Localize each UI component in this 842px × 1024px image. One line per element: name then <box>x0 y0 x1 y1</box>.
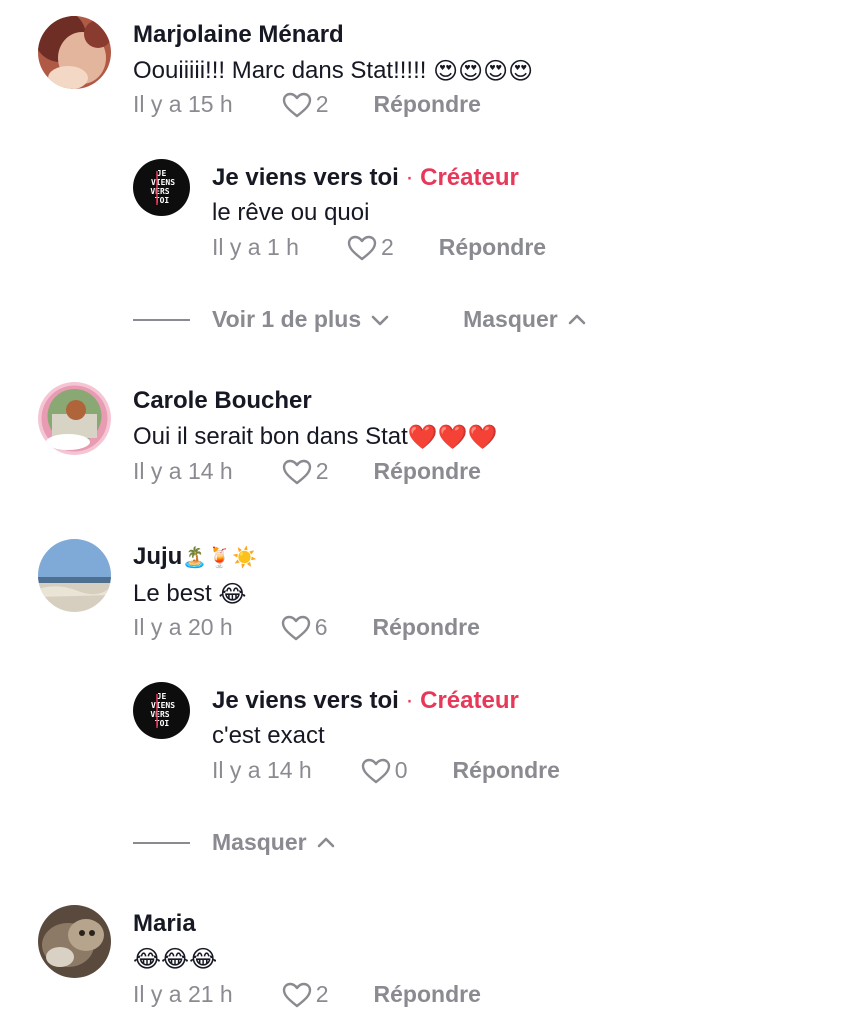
author-label: Juju <box>133 543 183 570</box>
heart-icon <box>347 235 377 260</box>
comment-text: Oouiiiii!!! Marc dans Stat!!!!! 😍😍😍😍 <box>133 57 533 86</box>
author-emoji: 🏝️🍹☀️ <box>182 547 258 570</box>
timestamp: Il y a 1 h <box>212 234 299 260</box>
timestamp: Il y a 14 h <box>212 757 312 783</box>
thread-divider <box>133 318 190 321</box>
like-count: 2 <box>315 91 329 117</box>
comment-meta: Il y a 1 h 2 Répondre <box>212 234 546 261</box>
avatar[interactable] <box>38 539 111 612</box>
hide-label: Masquer <box>212 829 307 855</box>
reply-button[interactable]: Répondre <box>439 234 546 261</box>
chevron-down-icon <box>371 315 389 325</box>
timestamp: Il y a 20 h <box>133 614 233 640</box>
comment-meta: Il y a 20 h 6 Répondre <box>133 614 480 641</box>
laughing-emoji: 😂 <box>218 581 247 609</box>
hide-replies-button[interactable]: Masquer <box>212 829 335 856</box>
svg-text:VIENS: VIENS <box>151 701 175 710</box>
timestamp: Il y a 21 h <box>133 981 233 1007</box>
heart-eyes-emoji: 😍😍😍😍 <box>433 58 534 86</box>
timestamp: Il y a 15 h <box>133 91 233 117</box>
comment-body: Le best <box>133 580 212 607</box>
avatar[interactable] <box>38 382 111 455</box>
comment-body: Oouiiiii!!! Marc dans Stat!!!!! <box>133 57 427 84</box>
reply-button[interactable]: Répondre <box>373 614 480 641</box>
author-name[interactable]: Marjolaine Ménard <box>133 21 344 49</box>
creator-avatar[interactable]: JE VIENS VERS TOI <box>133 159 190 216</box>
author-label: Je viens vers toi <box>212 687 399 714</box>
view-more-replies-button[interactable]: Voir 1 de plus <box>212 306 389 333</box>
creator-badge: Créateur <box>420 164 519 191</box>
like-button[interactable]: 2 <box>282 458 329 485</box>
comment-meta: Il y a 14 h 0 Répondre <box>212 757 560 784</box>
comment-text: 😂😂😂 <box>133 945 217 974</box>
comment-meta: Il y a 14 h 2 Répondre <box>133 458 481 485</box>
creator-avatar[interactable]: JE VIENS VERS TOI <box>133 682 190 739</box>
hide-label: Masquer <box>463 306 558 332</box>
reply-button[interactable]: Répondre <box>374 91 481 118</box>
like-count: 6 <box>314 614 328 640</box>
author-label: Je viens vers toi <box>212 164 399 191</box>
heart-icon <box>282 92 311 117</box>
separator: · <box>405 164 414 191</box>
svg-text:JE: JE <box>157 692 167 701</box>
laughing-emoji: 😂😂😂 <box>133 946 218 974</box>
heart-emoji: ❤️❤️❤️ <box>407 424 498 452</box>
author-name[interactable]: Je viens vers toi · Créateur <box>212 164 519 192</box>
logo-text: JE <box>157 169 167 178</box>
like-count: 2 <box>315 981 329 1007</box>
like-count: 0 <box>394 757 408 783</box>
reply-button[interactable]: Répondre <box>374 981 481 1008</box>
svg-text:VERS: VERS <box>150 710 169 719</box>
like-button[interactable]: 2 <box>282 981 329 1008</box>
comment-text: le rêve ou quoi <box>212 199 370 226</box>
author-name[interactable]: Juju🏝️🍹☀️ <box>133 543 257 571</box>
comment-text: Le best 😂 <box>133 580 246 609</box>
timestamp: Il y a 14 h <box>133 458 233 484</box>
reply-button[interactable]: Répondre <box>374 458 481 485</box>
view-more-label: Voir 1 de plus <box>212 306 362 332</box>
chevron-up-icon <box>317 837 334 847</box>
avatar[interactable] <box>38 16 111 89</box>
thread-controls: Voir 1 de plus Masquer <box>133 306 586 333</box>
creator-badge: Créateur <box>420 687 519 714</box>
heart-icon <box>282 982 311 1007</box>
heart-icon <box>281 615 310 640</box>
author-name[interactable]: Je viens vers toi · Créateur <box>212 687 519 715</box>
like-count: 2 <box>380 234 394 260</box>
like-button[interactable]: 2 <box>347 234 394 261</box>
author-name[interactable]: Maria <box>133 910 196 938</box>
chevron-up-icon <box>568 314 586 324</box>
svg-text:VERS: VERS <box>150 187 169 196</box>
like-count: 2 <box>315 458 329 484</box>
comment-text: c'est exact <box>212 722 325 749</box>
comment-meta: Il y a 21 h 2 Répondre <box>133 981 481 1008</box>
like-button[interactable]: 2 <box>282 91 329 118</box>
author-name[interactable]: Carole Boucher <box>133 387 312 415</box>
hide-replies-button[interactable]: Masquer <box>463 306 586 333</box>
comment-meta: Il y a 15 h 2 Répondre <box>133 91 481 118</box>
reply-button[interactable]: Répondre <box>453 757 560 784</box>
heart-icon <box>361 758 390 783</box>
comment-text: Oui il serait bon dans Stat❤️❤️❤️ <box>133 423 497 452</box>
like-button[interactable]: 0 <box>361 757 408 784</box>
like-button[interactable]: 6 <box>281 614 328 641</box>
thread-controls: Masquer <box>133 829 335 856</box>
separator: · <box>405 687 414 714</box>
comment-body: Oui il serait bon dans Stat <box>133 423 408 450</box>
heart-icon <box>282 459 311 484</box>
avatar[interactable] <box>38 905 111 978</box>
thread-divider <box>133 841 190 844</box>
svg-text:VIENS: VIENS <box>151 178 175 187</box>
